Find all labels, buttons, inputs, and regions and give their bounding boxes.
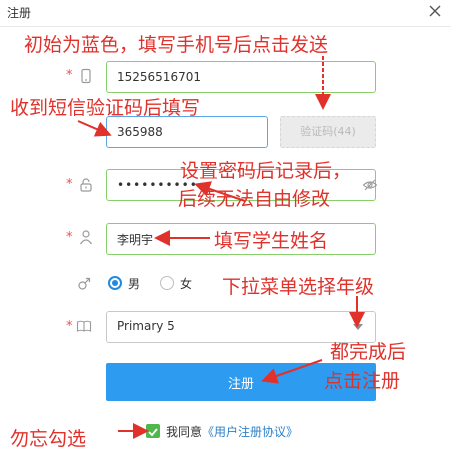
book-icon bbox=[76, 320, 92, 332]
annotation-agreement: 勿忘勾选 bbox=[10, 428, 87, 450]
annotation-grade: 下拉菜单选择年级 bbox=[222, 276, 375, 298]
annotation-phone: 初始为蓝色，填写手机号后点击发送 bbox=[24, 34, 329, 56]
gender-icon bbox=[78, 277, 91, 290]
grade-select-value: Primary 5 bbox=[117, 319, 175, 333]
required-mark: * bbox=[66, 230, 73, 245]
send-code-button[interactable]: 验证码(44) bbox=[280, 116, 376, 148]
gender-male-label: 男 bbox=[128, 277, 141, 291]
agreement-checkbox[interactable] bbox=[146, 424, 160, 438]
agreement-link[interactable]: 《用户注册协议》 bbox=[202, 425, 298, 439]
dialog-title: 注册 bbox=[7, 6, 32, 20]
agreement-prefix: 我同意 bbox=[166, 425, 203, 439]
agreement-text: 我同意《用户注册协议》 bbox=[166, 423, 298, 440]
lock-icon bbox=[80, 178, 92, 192]
phone-input[interactable] bbox=[106, 61, 376, 93]
annotation-sms-code: 收到短信验证码后填写 bbox=[10, 97, 201, 119]
gender-female-radio[interactable] bbox=[160, 276, 174, 290]
required-mark: * bbox=[66, 319, 73, 334]
user-icon bbox=[80, 230, 92, 245]
close-icon[interactable] bbox=[427, 3, 443, 19]
gender-female-label: 女 bbox=[180, 277, 193, 291]
eye-off-icon[interactable] bbox=[362, 177, 378, 193]
annotation-submit-2: 点击注册 bbox=[324, 370, 401, 392]
arrow-to-code-input bbox=[77, 120, 112, 137]
annotation-password-2: 后续无法自由修改 bbox=[178, 188, 331, 210]
required-mark: * bbox=[66, 177, 73, 192]
gender-male-radio[interactable] bbox=[108, 276, 122, 290]
required-mark: * bbox=[66, 68, 73, 83]
check-icon bbox=[148, 428, 158, 437]
dialog-titlebar: 注册 bbox=[0, 0, 451, 27]
caret-down-icon bbox=[353, 324, 363, 330]
annotation-password-1: 设置密码后记录后， bbox=[180, 160, 352, 182]
annotation-submit-1: 都完成后 bbox=[330, 341, 407, 363]
annotation-name: 填写学生姓名 bbox=[214, 230, 329, 252]
sms-code-input[interactable] bbox=[106, 116, 268, 148]
phone-icon bbox=[81, 68, 91, 84]
